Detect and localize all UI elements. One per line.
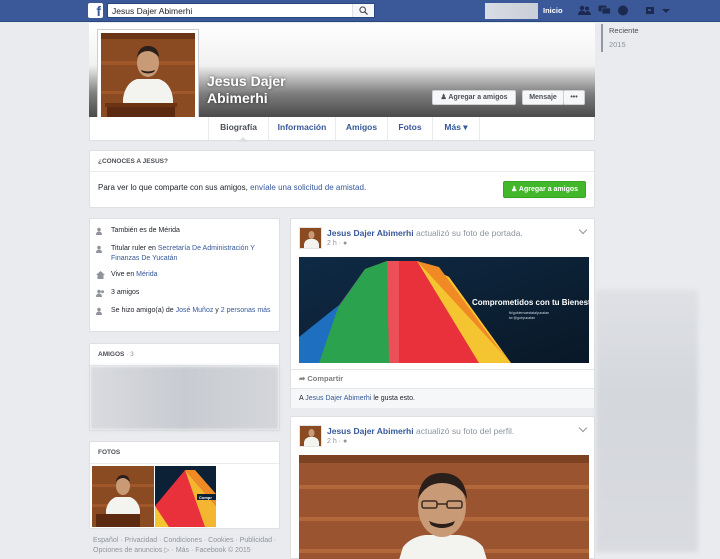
add-person-icon: ♟ — [510, 186, 519, 193]
post-timestamp-text: 2 h · — [327, 438, 343, 445]
prompt-text-suffix: . — [363, 183, 367, 192]
post-author-avatar[interactable] — [299, 425, 322, 447]
intro-new-friends: Se hizo amigo(a) de José Muñoz y 2 perso… — [111, 306, 271, 316]
intro-lives-link[interactable]: Mérida — [136, 271, 157, 278]
friends-heading[interactable]: AMIGOS · 3 — [90, 344, 279, 366]
profile-tabs: Biografía Información Amigos Fotos Más ▾ — [89, 117, 595, 141]
post-actions-row: ➦ Compartir — [291, 369, 594, 388]
intro-lives-prefix: Vive en — [111, 271, 137, 278]
search-button[interactable] — [352, 4, 374, 17]
blurred-friend-thumbnails[interactable] — [90, 366, 279, 430]
new-friend-icon — [96, 307, 102, 315]
friends-title: AMIGOS — [98, 351, 125, 358]
profile-name-line2: Abimerhi — [207, 90, 268, 106]
post-header-text: Jesus Dajer Abimerhi actualizó su foto d… — [327, 228, 523, 238]
post-header-text: Jesus Dajer Abimerhi actualizó su foto d… — [327, 426, 514, 436]
post-author-avatar[interactable] — [299, 227, 322, 249]
intro-card: También es de Mérida Titular ruler en Se… — [89, 218, 280, 332]
photo-thumbnail-cover[interactable]: Compr — [155, 466, 216, 527]
post-likes-row: A Jesus Dajer Abimerhi le gusta esto. — [291, 388, 594, 408]
prompt-text-body: Para ver lo que comparte con sus amigos, — [98, 183, 251, 192]
globe-icon: ● — [342, 438, 348, 445]
search-box[interactable] — [107, 3, 375, 18]
prompt-text: Para ver lo que comparte con sus amigos,… — [98, 183, 366, 192]
user-avatar[interactable] — [485, 3, 538, 19]
friends-icon — [96, 289, 104, 297]
profile-name: Jesus Dajer Abimerhi — [207, 73, 286, 107]
add-friend-green-label: Agregar a amigos — [518, 186, 579, 193]
search-input[interactable] — [108, 4, 348, 17]
post-action-text: actualizó su foto del perfil. — [413, 426, 515, 436]
cover-photo-image[interactable]: Comprometidos con tu Bienestar fb/gobier… — [299, 257, 589, 363]
profile-name-line1: Jesus Dajer — [207, 73, 286, 89]
friends-count: · 3 — [126, 351, 134, 358]
home-link[interactable]: Inicio — [543, 6, 563, 15]
intro-new-friends-prefix: Se hizo amigo(a) de — [111, 307, 176, 314]
intro-new-friends-mid: y — [213, 307, 221, 314]
search-icon — [359, 6, 368, 15]
post-timestamp-text: 2 h · — [327, 240, 343, 247]
share-label: Compartir — [307, 374, 344, 383]
add-friend-button[interactable]: ♟ Agregar a amigos — [432, 90, 516, 105]
photo-thumbnail-profile[interactable] — [92, 466, 154, 527]
intro-friend-count[interactable]: 3 amigos — [111, 288, 271, 298]
intro-lives: Vive en Mérida — [111, 270, 271, 280]
post-options-chevron-icon[interactable] — [578, 423, 588, 433]
tab-amigos[interactable]: Amigos — [335, 117, 387, 140]
tab-mas[interactable]: Más ▾ — [432, 117, 480, 140]
profile-photo-image[interactable] — [299, 455, 589, 559]
hometown-icon — [96, 227, 102, 235]
add-friend-green-button[interactable]: ♟ Agregar a amigos — [503, 181, 586, 198]
banner-subtitle-1: fb/gobiernoestatalyucatan — [509, 311, 549, 315]
intro-work: Titular ruler en Secretaría De Administr… — [111, 244, 271, 264]
account-menu-icon[interactable] — [660, 5, 673, 16]
friend-requests-icon[interactable] — [578, 5, 591, 16]
liker-link[interactable]: Jesus Dajer Abimerhi — [305, 395, 371, 402]
photos-heading[interactable]: FOTOS — [90, 442, 279, 464]
svg-text:Compr: Compr — [199, 495, 212, 500]
post-timestamp[interactable]: 2 h · ● — [327, 240, 347, 247]
intro-hometown: También es de Mérida — [111, 227, 180, 234]
friend-request-prompt: ¿CONOCES A JESUS? Para ver lo que compar… — [89, 150, 595, 208]
add-friend-label: Agregar a amigos — [448, 94, 508, 101]
new-friend-link-1[interactable]: José Muñoz — [176, 307, 214, 314]
new-friend-link-2[interactable]: 2 personas más — [221, 307, 271, 314]
prompt-heading: ¿CONOCES A JESUS? — [90, 151, 594, 172]
page-footer[interactable]: Español · Privacidad · Condiciones · Coo… — [93, 536, 283, 556]
blurred-sidebar-content — [596, 290, 698, 552]
timeline-nav-recent[interactable]: Reciente — [609, 24, 661, 38]
home-icon — [96, 271, 105, 279]
tab-informacion[interactable]: Información — [268, 117, 335, 140]
message-button[interactable]: Mensaje — [522, 90, 564, 105]
post-author-link[interactable]: Jesus Dajer Abimerhi — [327, 228, 414, 238]
messages-icon[interactable] — [598, 5, 611, 16]
send-request-link[interactable]: envíale una solicitud de amistad — [250, 183, 364, 192]
friends-card: AMIGOS · 3 — [89, 343, 280, 431]
share-button[interactable]: ➦ Compartir — [299, 374, 343, 383]
tab-fotos[interactable]: Fotos — [387, 117, 432, 140]
privacy-shortcuts-icon[interactable] — [645, 5, 658, 16]
post-action-text: actualizó su foto de portada. — [413, 228, 523, 238]
banner-subtitle-2: tw @gobyucatan — [509, 316, 535, 320]
profile-picture[interactable] — [97, 29, 199, 129]
active-tab-indicator — [238, 137, 248, 142]
post-cover-update: Jesus Dajer Abimerhi actualizó su foto d… — [290, 218, 595, 408]
likes-suffix: le gusta esto. — [371, 395, 415, 402]
work-icon — [96, 245, 102, 253]
notifications-globe-icon[interactable] — [617, 5, 630, 16]
post-author-link[interactable]: Jesus Dajer Abimerhi — [327, 426, 414, 436]
facebook-logo[interactable]: f — [88, 3, 103, 18]
intro-work-prefix: Titular ruler en — [111, 245, 158, 252]
post-timestamp[interactable]: 2 h · ● — [327, 438, 347, 445]
post-profile-update: Jesus Dajer Abimerhi actualizó su foto d… — [290, 416, 595, 559]
banner-title: Comprometidos con tu Bienestar — [472, 298, 589, 307]
photos-card: FOTOS Compr — [89, 441, 280, 529]
more-options-button[interactable]: ••• — [563, 90, 585, 105]
globe-icon: ● — [342, 240, 348, 247]
timeline-year-nav: Reciente 2015 — [601, 24, 661, 52]
post-options-chevron-icon[interactable] — [578, 225, 588, 235]
top-navigation-bar: f Inicio — [0, 0, 720, 22]
timeline-nav-2015[interactable]: 2015 — [609, 38, 661, 52]
